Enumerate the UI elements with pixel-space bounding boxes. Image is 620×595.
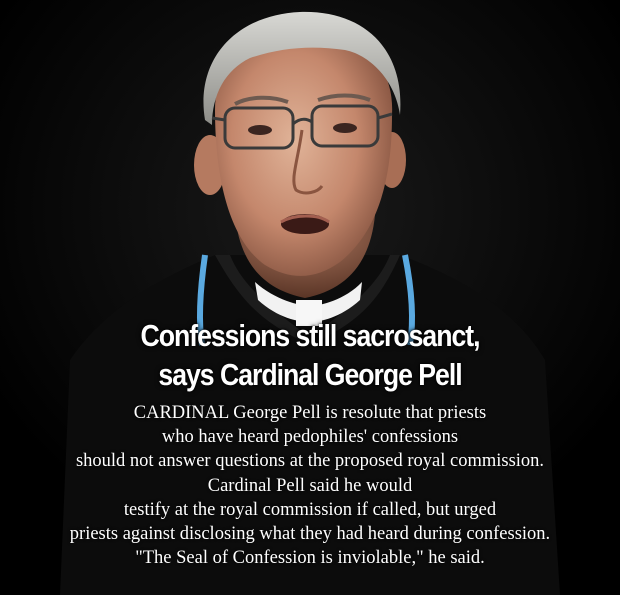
body-line: who have heard pedophiles' confessions — [161, 427, 459, 448]
headline-line-2: says Cardinal George Pell — [158, 357, 462, 392]
body-line: CARDINAL George Pell is resolute that pr… — [133, 403, 487, 423]
meme-canvas: Confessions still sacrosanct, says Cardi… — [0, 0, 620, 595]
headline-line-1: Confessions still sacrosanct, — [140, 318, 480, 353]
body-line: priests against disclosing what they had… — [69, 524, 551, 545]
body-line: testify at the royal commission if calle… — [123, 499, 497, 520]
body-line: Cardinal Pell said he would — [207, 475, 413, 496]
quote-paragraph: CARDINAL George Pell is resolute that pr… — [0, 401, 620, 570]
headline: Confessions still sacrosanct, says Cardi… — [43, 316, 576, 394]
body-line: should not answer questions at the propo… — [75, 451, 545, 472]
body-line: "The Seal of Confession is inviolable," … — [135, 548, 485, 569]
